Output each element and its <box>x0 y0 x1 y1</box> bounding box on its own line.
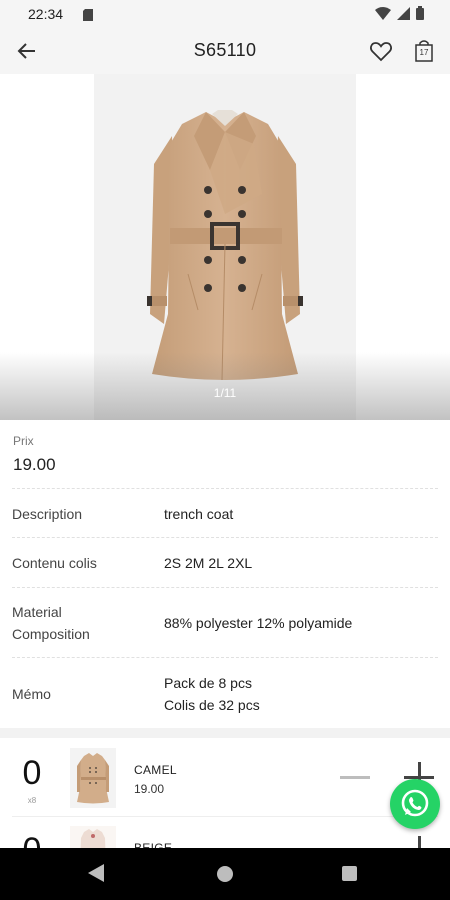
detail-value-memo: Pack de 8 pcs Colis de 32 pcs <box>164 675 260 713</box>
detail-value-description: trench coat <box>164 506 234 522</box>
divider <box>12 537 438 538</box>
sd-card-icon <box>83 8 93 26</box>
product-gallery[interactable]: 1/11 <box>0 74 450 420</box>
detail-value-package-content: 2S 2M 2L 2XL <box>164 555 253 571</box>
status-bar: 22:34 <box>0 0 450 28</box>
nav-home-button[interactable] <box>217 866 233 882</box>
signal-icon <box>397 6 410 25</box>
whatsapp-button[interactable] <box>390 779 440 829</box>
cart-button[interactable]: 17 <box>412 38 436 64</box>
favorite-button[interactable] <box>368 38 394 64</box>
cart-count-badge: 17 <box>419 48 429 57</box>
nav-recents-button[interactable] <box>342 866 357 881</box>
heart-icon <box>370 42 392 62</box>
trench-coat-thumbnail <box>77 753 109 804</box>
divider <box>12 488 438 489</box>
quantity-value: 0 <box>22 754 42 792</box>
app-bar: S65110 17 <box>0 28 450 74</box>
nav-back-button[interactable] <box>88 864 104 887</box>
section-separator <box>0 728 450 738</box>
battery-icon <box>416 6 424 25</box>
divider <box>12 816 438 817</box>
detail-label-description: Description <box>12 506 83 522</box>
status-icons <box>375 6 424 25</box>
minus-icon <box>340 776 370 779</box>
detail-value-material: 88% polyester 12% polyamide <box>164 615 353 631</box>
status-time: 22:34 <box>28 6 64 22</box>
system-nav-bar <box>0 848 450 900</box>
wifi-icon <box>375 6 391 25</box>
detail-label-package-content: Contenu colis <box>12 555 97 571</box>
divider <box>12 587 438 588</box>
divider <box>12 657 438 658</box>
triangle-back-icon <box>88 864 104 882</box>
price-value: 19.00 <box>13 455 56 474</box>
detail-label-memo: Mémo <box>12 686 51 702</box>
quantity-unit: x8 <box>27 796 37 805</box>
variant-color-name: CAMEL <box>134 763 177 777</box>
decrease-quantity-button[interactable] <box>340 762 370 792</box>
variant-thumbnail[interactable] <box>70 748 116 808</box>
detail-label-material: Material Composition <box>12 604 90 642</box>
gallery-pager: 1/11 <box>213 386 237 400</box>
variant-price: 19.00 <box>134 782 165 796</box>
whatsapp-icon <box>401 789 429 817</box>
price-label: Prix <box>13 434 34 448</box>
